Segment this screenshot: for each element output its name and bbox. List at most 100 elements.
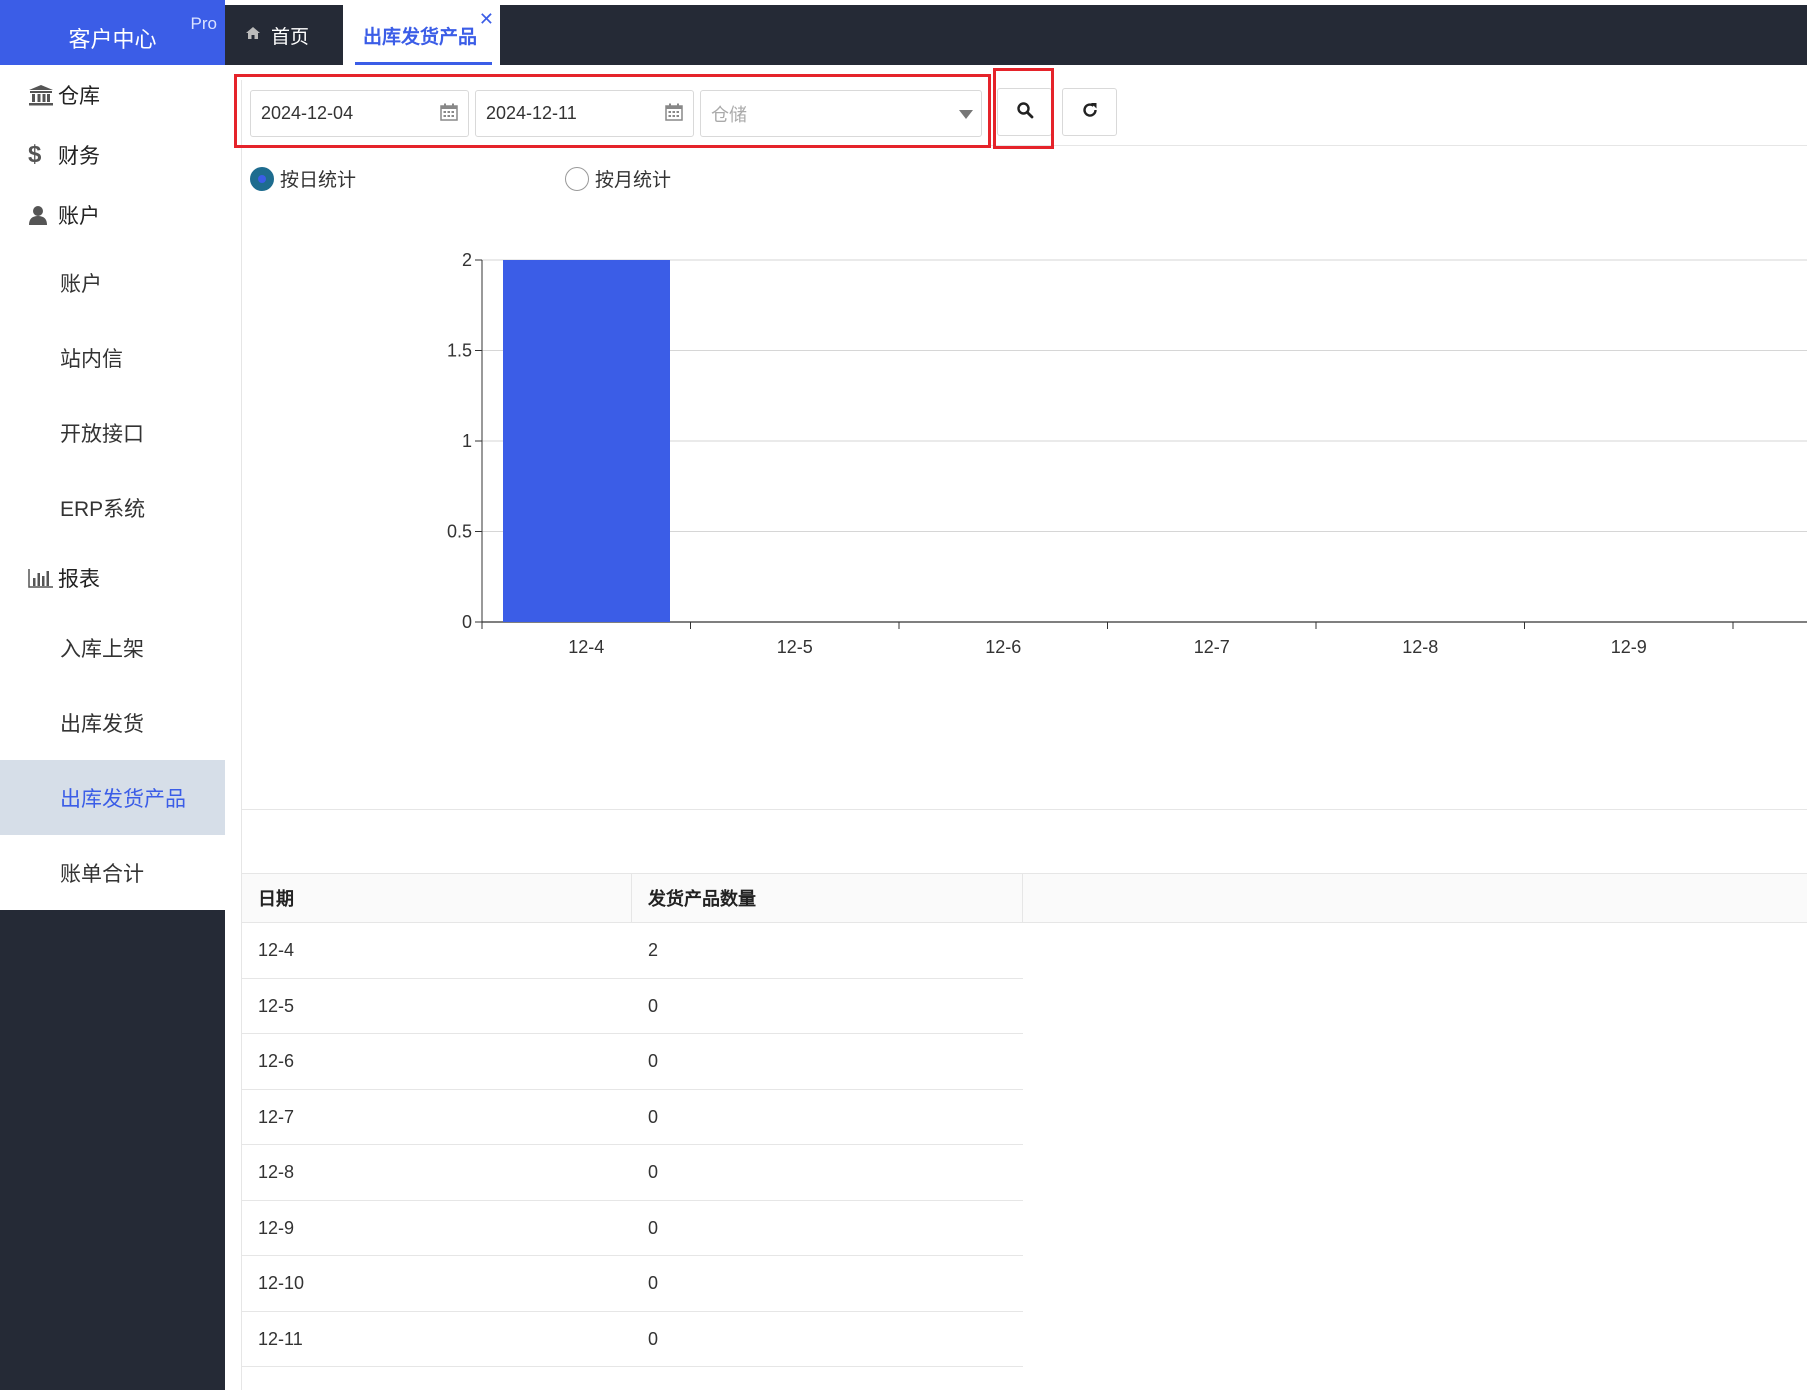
tab-outbound-products[interactable]: 出库发货产品 ✕ (343, 5, 500, 65)
bar-chart: 00.511.5212-412-512-612-712-812-912-1012… (447, 250, 1807, 657)
sidebar-item-label: ERP系统 (60, 497, 146, 521)
sidebar-group-label: 财务 (58, 145, 100, 168)
cell-date: 12-4 (258, 940, 295, 960)
sidebar: 客户中心 Pro 仓库 $ 财务 账户 账户 站内信 开放接口 ERP系统 报表… (0, 0, 225, 1390)
cell-quantity: 0 (648, 1106, 659, 1127)
x-tick-label: 12-5 (777, 637, 813, 657)
cell-quantity: 0 (648, 1217, 659, 1238)
y-tick-label: 1 (462, 431, 472, 451)
start-date-value: 2024-12-04 (261, 103, 354, 123)
cell-quantity: 2 (648, 940, 659, 960)
brand-header[interactable]: 客户中心 Pro (0, 0, 225, 65)
main-content: 2024-12-04 2024-12-11 仓储 按日统计 按月统计 0 0.5… (234, 68, 1807, 1390)
cell-date: 12-9 (258, 1217, 295, 1238)
table-row: 12-4 2 (242, 923, 1023, 979)
sidebar-group-label: 报表 (58, 567, 100, 591)
end-date-input[interactable]: 2024-12-11 (475, 90, 694, 137)
y-tick-label: 0.5 (447, 522, 472, 542)
sidebar-group-warehouse[interactable]: 仓库 (0, 65, 225, 125)
sidebar-item-inbound-shelving[interactable]: 入库上架 (0, 610, 225, 685)
sidebar-item-label: 入库上架 (60, 637, 144, 661)
sidebar-group-label: 仓库 (58, 85, 100, 108)
table-row: 12-6 0 (242, 1034, 1023, 1090)
tab-label: 首页 (271, 26, 310, 48)
cell-date: 12-5 (258, 995, 295, 1016)
table-row: 12-9 0 (242, 1201, 1023, 1256)
y-tick-label: 1.5 (447, 341, 472, 361)
sidebar-item-outbound-shipping[interactable]: 出库发货 (0, 685, 225, 760)
filter-bar: 2024-12-04 2024-12-11 仓储 (234, 68, 1807, 149)
radio-monthly[interactable]: 按月统计 (565, 165, 671, 192)
user-icon (28, 205, 58, 225)
bar (503, 260, 670, 622)
stat-mode-radio-group: 按日统计 按月统计 (250, 165, 950, 195)
cell-quantity: 0 (648, 1328, 659, 1349)
cell-date: 12-7 (258, 1106, 295, 1127)
chevron-down-icon (959, 110, 973, 119)
radio-circle (565, 166, 589, 191)
x-tick-label: 12-8 (1402, 637, 1438, 657)
sidebar-item-label: 站内信 (60, 347, 123, 371)
sidebar-item-label: 账单合计 (60, 862, 144, 886)
x-tick-label: 12-6 (985, 637, 1021, 657)
home-icon (245, 24, 261, 46)
y-tick-label: 0 (462, 612, 472, 632)
radio-label: 按日统计 (280, 170, 357, 191)
refresh-icon (1081, 101, 1099, 124)
refresh-button[interactable] (1062, 88, 1117, 136)
warehouse-placeholder: 仓储 (711, 104, 747, 125)
sidebar-item-label: 出库发货产品 (60, 787, 186, 811)
brand-badge: Pro (190, 14, 217, 33)
table-row: 12-7 0 (242, 1090, 1023, 1145)
sidebar-menu: 仓库 $ 财务 账户 账户 站内信 开放接口 ERP系统 报表 入库上架 出库发… (0, 65, 225, 910)
table-header: 日期 发货产品数量 (242, 873, 1807, 923)
search-button[interactable] (997, 88, 1052, 136)
column-header-date[interactable]: 日期 (242, 874, 632, 922)
radio-circle-checked (250, 166, 274, 191)
x-tick-label: 12-4 (568, 637, 604, 657)
x-tick-label: 12-7 (1194, 637, 1230, 657)
warehouse-select[interactable]: 仓储 (700, 90, 982, 137)
cell-quantity: 0 (648, 1273, 659, 1293)
x-tick-label: 12-9 (1611, 637, 1647, 657)
data-table: 日期 发货产品数量 12-4 2 12-5 0 12-6 0 12-7 0 12-8 0 12-9 0… (242, 809, 1807, 1390)
cell-quantity: 0 (648, 1051, 659, 1071)
tab-bar: 首页 出库发货产品 ✕ (225, 5, 1807, 65)
sidebar-item-open-api[interactable]: 开放接口 (0, 395, 225, 470)
radio-daily[interactable]: 按日统计 (250, 165, 356, 192)
sidebar-group-finance[interactable]: $ 财务 (0, 125, 225, 185)
cell-quantity: 0 (648, 995, 659, 1016)
sidebar-group-reports[interactable]: 报表 (0, 545, 225, 610)
table-body: 12-4 2 12-5 0 12-6 0 12-7 0 12-8 0 12-9 0 12-10 0 12-1… (242, 923, 1023, 1367)
end-date-value: 2024-12-11 (486, 103, 577, 123)
cell-date: 12-11 (258, 1328, 303, 1349)
sidebar-item-bill-summary[interactable]: 账单合计 (0, 835, 225, 910)
calendar-icon (440, 103, 458, 126)
table-row: 12-5 0 (242, 979, 1023, 1034)
tab-home[interactable]: 首页 (245, 5, 309, 65)
tab-label: 出库发货产品 (363, 26, 478, 48)
column-header-quantity[interactable]: 发货产品数量 (632, 874, 1023, 922)
dollar-icon: $ (28, 141, 42, 168)
search-icon (1016, 101, 1034, 124)
start-date-input[interactable]: 2024-12-04 (250, 90, 469, 137)
sidebar-item-account[interactable]: 账户 (0, 245, 225, 320)
cell-date: 12-6 (258, 1051, 295, 1071)
bank-icon (28, 84, 58, 106)
sidebar-group-account[interactable]: 账户 (0, 185, 225, 245)
radio-label: 按月统计 (595, 170, 672, 191)
bar-chart-icon (28, 568, 58, 588)
sidebar-item-erp[interactable]: ERP系统 (0, 470, 225, 545)
table-row: 12-10 0 (242, 1256, 1023, 1312)
table-row: 12-11 0 (242, 1312, 1023, 1367)
close-icon[interactable]: ✕ (479, 9, 494, 30)
sidebar-item-messages[interactable]: 站内信 (0, 320, 225, 395)
cell-date: 12-8 (258, 1162, 295, 1182)
sidebar-item-label: 开放接口 (60, 422, 144, 446)
cell-date: 12-10 (258, 1273, 305, 1293)
tab-active-indicator (355, 62, 492, 65)
cell-quantity: 0 (648, 1162, 659, 1182)
sidebar-item-label: 出库发货 (60, 712, 144, 736)
sidebar-item-outbound-products[interactable]: 出库发货产品 (0, 760, 225, 835)
sidebar-item-label: 账户 (60, 272, 102, 296)
